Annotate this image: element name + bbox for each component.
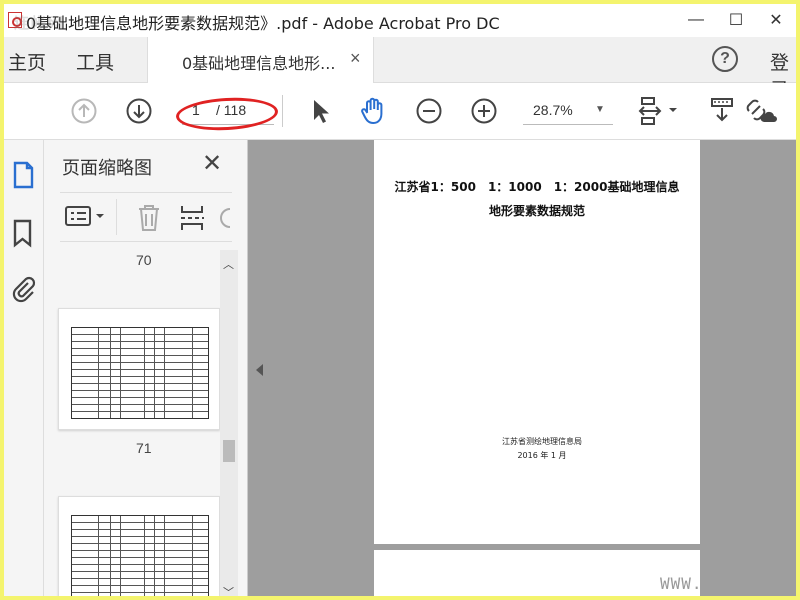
current-page-input[interactable]: 1 <box>192 102 200 118</box>
thumbnail-page-number: 71 <box>136 440 152 456</box>
collapse-panel-icon[interactable] <box>256 364 263 376</box>
page-fit-icon[interactable] <box>638 97 682 125</box>
thumbnail-page-72[interactable] <box>58 496 220 596</box>
menu-bar: 主页 工具 0基础地理信息地形... × ? 登录 <box>4 37 796 101</box>
pdf-page-1: 江苏省1：500 1：1000 1：2000基础地理信息 地形要素数据规范 江苏… <box>374 140 700 544</box>
panel-title: 页面缩略图 <box>62 158 152 179</box>
zoom-in-icon[interactable] <box>470 97 498 125</box>
document-tab-label: 0基础地理信息地形... <box>182 54 336 73</box>
menu-home[interactable]: 主页 <box>8 48 46 75</box>
hand-tool-icon[interactable] <box>359 97 387 125</box>
zoom-out-icon[interactable] <box>415 97 443 125</box>
watermark-bottom-right: WWW. <box>660 574 703 593</box>
minimize-button[interactable]: — <box>676 8 716 32</box>
thumbnail-table-preview <box>71 515 209 596</box>
document-view[interactable]: 江苏省1：500 1：1000 1：2000基础地理信息 地形要素数据规范 江苏… <box>248 140 796 596</box>
scroll-up-icon[interactable]: ︿ <box>223 256 234 272</box>
close-panel-icon[interactable]: ✕ <box>202 149 222 178</box>
thumbnail-table-preview <box>71 327 209 419</box>
select-cursor-icon[interactable] <box>306 97 334 125</box>
close-tab-icon[interactable]: × <box>350 48 361 69</box>
options-menu-icon[interactable] <box>64 205 108 234</box>
toolbar-divider <box>282 95 283 127</box>
scroll-mode-icon[interactable] <box>708 97 736 125</box>
restore-button[interactable]: ☐ <box>716 8 756 32</box>
share-link-icon[interactable] <box>742 97 778 125</box>
document-title-line-1: 江苏省1：500 1：1000 1：2000基础地理信息 <box>394 180 680 194</box>
document-tab[interactable]: 0基础地理信息地形... × <box>147 37 374 83</box>
document-date: 2016 年 1 月 <box>517 451 567 460</box>
toolbar: 1 / 118 28.7% ▼ <box>4 83 796 140</box>
navigation-rail <box>4 140 44 596</box>
thumbnail-tools <box>60 192 232 242</box>
page-thumbnails-panel: 页面缩略图 ✕ 70 71 ︿ ﹀ <box>44 140 248 596</box>
page-thumbnails-icon[interactable] <box>10 160 36 190</box>
rotate-icon[interactable] <box>218 205 232 236</box>
scrollbar-thumb[interactable] <box>223 440 235 462</box>
pdf-page-2 <box>374 550 700 596</box>
trash-icon[interactable] <box>136 203 162 238</box>
document-title-line-2: 地形要素数据规范 <box>488 204 585 218</box>
insert-page-icon[interactable] <box>178 203 206 238</box>
thumbnail-scrollbar[interactable]: ︿ ﹀ <box>220 250 238 596</box>
close-window-button[interactable]: ✕ <box>756 8 796 32</box>
zoom-value: 28.7% <box>533 102 573 118</box>
page-number-field[interactable]: 1 / 118 <box>182 99 274 125</box>
thumbnail-page-71[interactable] <box>58 308 220 430</box>
previous-page-icon[interactable] <box>70 97 98 125</box>
title-bar: 0基础地理信息地形要素数据规范》.pdf - Adobe Acrobat Pro… <box>4 4 796 37</box>
bookmark-icon[interactable] <box>10 218 36 248</box>
zoom-level-dropdown[interactable]: 28.7% ▼ <box>523 99 613 125</box>
watermark-top-left: 连帐网 <box>14 14 66 32</box>
document-publisher: 江苏省测绘地理信息局 <box>502 437 582 446</box>
help-icon[interactable]: ? <box>712 46 738 72</box>
tools-divider <box>116 199 117 235</box>
window-title: 0基础地理信息地形要素数据规范》.pdf - Adobe Acrobat Pro… <box>26 14 500 33</box>
menu-tools[interactable]: 工具 <box>76 48 114 75</box>
app-window: 0基础地理信息地形要素数据规范》.pdf - Adobe Acrobat Pro… <box>0 0 800 600</box>
next-page-icon[interactable] <box>125 97 153 125</box>
total-pages-label: / 118 <box>216 102 247 118</box>
attachment-icon[interactable] <box>10 274 36 304</box>
scroll-down-icon[interactable]: ﹀ <box>223 584 234 596</box>
chevron-down-icon: ▼ <box>595 104 605 115</box>
thumbnail-page-number: 70 <box>136 252 152 268</box>
